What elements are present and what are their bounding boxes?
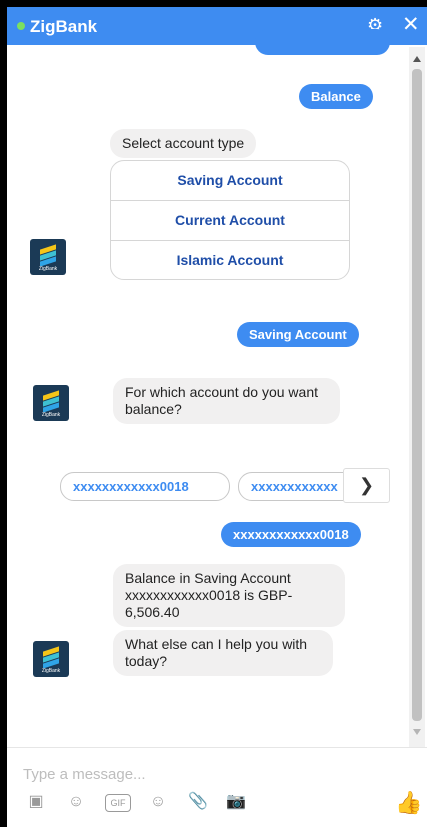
chat-title: ZigBank <box>30 17 98 36</box>
sticker-icon[interactable]: ☺ <box>65 792 87 812</box>
bot-message-followup: What else can I help you with today? <box>113 630 333 676</box>
message-composer: ▣ ☺ GIF ☺ 📎 📷 👍 <box>7 747 427 827</box>
like-icon[interactable]: 👍 <box>395 790 422 816</box>
bot-logo-text: ZigBank <box>41 668 61 674</box>
bot-avatar: ZigBank <box>33 385 69 421</box>
user-message-selected-account: xxxxxxxxxxxx0018 <box>221 522 361 547</box>
image-icon[interactable]: ▣ <box>25 792 47 812</box>
bot-logo-text: ZigBank <box>38 266 58 272</box>
bot-message-balance-info: Balance in Saving Account xxxxxxxxxxxx00… <box>113 564 345 627</box>
bot-avatar: ZigBank <box>30 239 66 275</box>
scroll-down-arrow[interactable] <box>413 729 421 735</box>
user-message-balance: Balance <box>299 84 373 109</box>
option-islamic-account[interactable]: Islamic Account <box>111 241 349 279</box>
chevron-right-icon[interactable]: ❯ <box>343 468 390 503</box>
bot-avatar: ZigBank <box>33 641 69 677</box>
emoji-icon[interactable]: ☺ <box>147 792 169 812</box>
option-saving-account[interactable]: Saving Account <box>111 161 349 201</box>
attachment-icon[interactable]: 📎 <box>187 792 209 812</box>
scrollbar-thumb[interactable] <box>412 69 422 721</box>
camera-icon[interactable]: 📷 <box>225 792 247 812</box>
option-current-account[interactable]: Current Account <box>111 201 349 241</box>
user-message-saving-account: Saving Account <box>237 322 359 347</box>
previous-message-bubble <box>255 29 390 55</box>
bot-message-select-account: Select account type <box>110 129 257 158</box>
bot-message-which-account: For which account do you want balance? <box>113 378 340 424</box>
account-chip[interactable]: xxxxxxxxxxxx0018 <box>60 472 230 501</box>
bot-logo-text: ZigBank <box>41 412 61 418</box>
gif-icon[interactable]: GIF <box>105 794 131 812</box>
online-status-dot <box>17 22 25 30</box>
close-icon[interactable]: ✕ <box>402 12 420 37</box>
account-chip[interactable]: xxxxxxxxxxxx <box>238 472 360 501</box>
message-input[interactable] <box>23 764 323 784</box>
scroll-up-arrow[interactable] <box>413 56 421 62</box>
account-options: Saving Account Current Account Islamic A… <box>110 160 350 280</box>
chat-window: ZigBank ⚙ ✕ Balance Select account type … <box>7 7 427 827</box>
